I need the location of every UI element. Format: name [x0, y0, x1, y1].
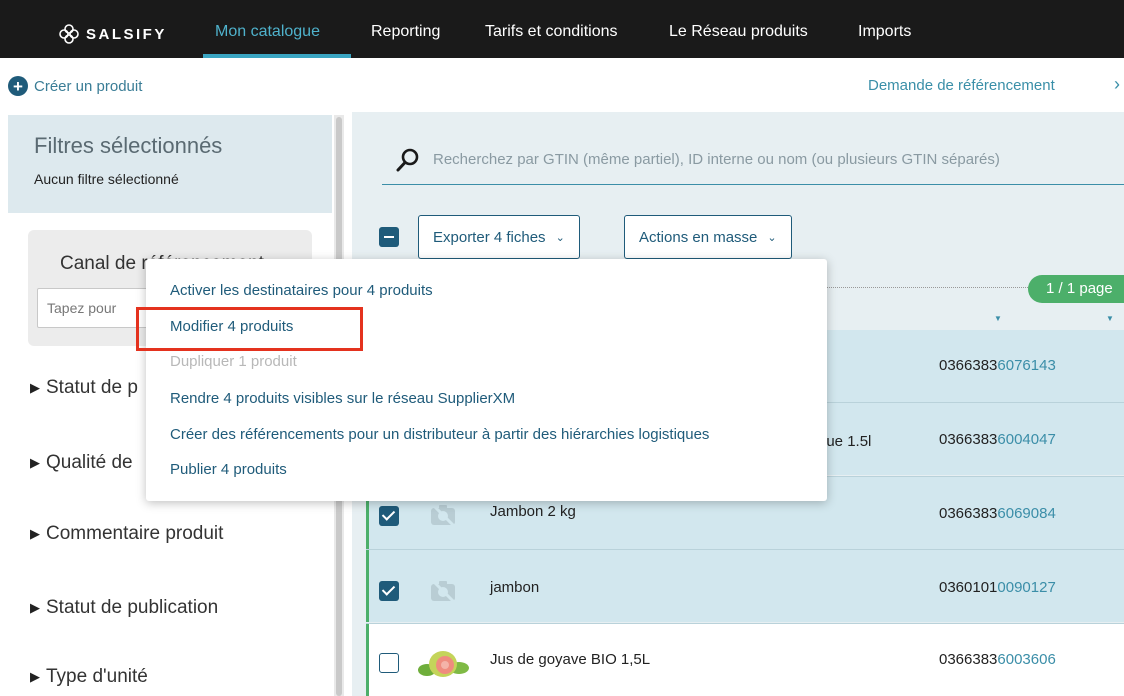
facet-qualite-de[interactable]: ▶ Qualité de — [30, 452, 133, 474]
row-status-bar — [366, 550, 369, 622]
no-image-icon — [430, 578, 456, 604]
caret-right-icon: ▶ — [30, 669, 40, 684]
mass-actions-button[interactable]: Actions en masse ⌄ — [624, 215, 792, 259]
menu-item-activate-recipients[interactable]: Activer les destinataires pour 4 produit… — [170, 282, 433, 299]
mass-actions-label: Actions en masse — [639, 228, 758, 246]
no-image-icon — [430, 502, 456, 528]
tab-reporting[interactable]: Reporting — [371, 23, 440, 41]
salsify-logo[interactable]: SALSIFY — [58, 22, 167, 46]
menu-item-duplicate-product: Dupliquer 1 produit — [170, 353, 297, 370]
selected-filters-title: Filtres sélectionnés — [34, 133, 223, 158]
menu-item-create-referencing[interactable]: Créer des référencements pour un distrib… — [170, 426, 709, 443]
gtin-cell: 03663836069084 — [939, 505, 1056, 522]
facet-label: Statut de p — [46, 377, 138, 398]
row-checkbox[interactable] — [379, 506, 399, 526]
facet-label: Qualité de — [46, 452, 133, 473]
export-button[interactable]: Exporter 4 fiches ⌄ — [418, 215, 580, 259]
facet-label: Type d'unité — [46, 666, 148, 687]
create-product-button[interactable]: + Créer un produit — [8, 76, 142, 96]
tab-tarifs-et-conditions[interactable]: Tarifs et conditions — [485, 23, 618, 41]
create-product-label: Créer un produit — [34, 77, 143, 95]
plus-circle-icon: + — [8, 76, 28, 96]
row-checkbox[interactable] — [379, 653, 399, 673]
search-icon — [396, 148, 419, 172]
caret-right-icon: ▶ — [30, 600, 40, 615]
facet-type-d-unite[interactable]: ▶ Type d'unité — [30, 666, 148, 688]
menu-item-publish-products[interactable]: Publier 4 produits — [170, 461, 287, 478]
caret-right-icon: ▶ — [30, 380, 40, 395]
product-name[interactable]: jambon — [490, 579, 539, 596]
pager-badge: 1 / 1 page — [1028, 275, 1124, 303]
select-all-checkbox[interactable] — [379, 227, 399, 247]
row-status-bar — [366, 624, 369, 696]
facet-statut-de-publication[interactable]: ▶ Statut de publication — [30, 597, 218, 619]
tab-imports[interactable]: Imports — [858, 23, 911, 41]
logo-text: SALSIFY — [86, 25, 167, 43]
product-name[interactable]: Jus de goyave BIO 1,5L — [490, 651, 650, 668]
facet-label: Commentaire produit — [46, 523, 224, 544]
caret-right-icon: ▶ — [30, 455, 40, 470]
chevron-down-icon: ⌄ — [767, 231, 777, 244]
guava-product-thumbnail[interactable] — [413, 640, 475, 682]
caret-right-icon: ▶ — [30, 526, 40, 541]
gtin-cell: 03601010090127 — [939, 579, 1056, 596]
facet-commentaire-produit[interactable]: ▶ Commentaire produit — [30, 523, 223, 545]
search-input[interactable]: Recherchez par GTIN (même partiel), ID i… — [433, 151, 1000, 168]
search-underline — [382, 184, 1124, 185]
product-name[interactable]: Jambon 2 kg — [490, 503, 576, 520]
chevron-down-icon: ⌄ — [555, 231, 565, 244]
tab-mon-catalogue[interactable]: Mon catalogue — [215, 23, 320, 41]
gtin-cell: 03663836076143 — [939, 357, 1056, 374]
facet-statut-de-p[interactable]: ▶ Statut de p — [30, 377, 138, 399]
chevron-right-icon[interactable]: › — [1114, 74, 1120, 95]
gtin-cell: 03663836004047 — [939, 431, 1056, 448]
selected-filters-panel — [8, 115, 332, 213]
export-button-label: Exporter 4 fiches — [433, 228, 546, 246]
selected-filters-empty-text: Aucun filtre sélectionné — [34, 171, 179, 187]
highlight-annotation-box — [136, 307, 363, 351]
sort-caret-icon[interactable]: ▼ — [994, 314, 1002, 323]
facet-label: Statut de publication — [46, 597, 219, 618]
menu-item-make-visible-supplierxm[interactable]: Rendre 4 produits visibles sur le réseau… — [170, 390, 515, 407]
referencing-request-link[interactable]: Demande de référencement — [868, 77, 1055, 94]
sort-caret-icon[interactable]: ▼ — [1106, 314, 1114, 323]
top-navigation-bar: SALSIFY Mon catalogue Reporting Tarifs e… — [0, 0, 1124, 58]
row-checkbox[interactable] — [379, 581, 399, 601]
salsify-logo-icon — [59, 24, 79, 44]
tab-le-reseau-produits[interactable]: Le Réseau produits — [669, 23, 808, 41]
pager-divider — [826, 287, 1034, 288]
gtin-cell: 03663836003606 — [939, 651, 1056, 668]
